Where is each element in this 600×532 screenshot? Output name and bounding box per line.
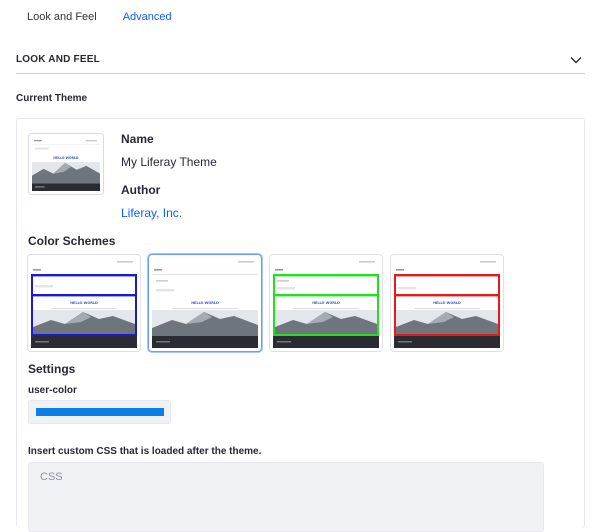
thumb-caption: HELLO WORLD — [53, 156, 79, 160]
scheme-caption: HELLO WORLD — [312, 301, 340, 305]
color-scheme-preview: HELLO WORLD — [394, 258, 500, 348]
custom-css-label: Insert custom CSS that is loaded after t… — [28, 446, 262, 457]
theme-preview-image: HELLO WORLD — [32, 137, 100, 191]
current-theme-label: Current Theme — [16, 93, 88, 104]
user-color-swatch — [35, 408, 164, 416]
current-theme-panel: HELLO WORLD Name My Liferay Theme Author… — [16, 118, 585, 532]
color-scheme-default[interactable]: HELLO WORLD — [148, 254, 262, 352]
theme-name-value: My Liferay Theme — [121, 155, 217, 169]
settings-label: Settings — [28, 362, 76, 376]
theme-thumbnail: HELLO WORLD — [28, 133, 104, 195]
tab-look-and-feel[interactable]: Look and Feel — [14, 8, 110, 28]
color-scheme-blue[interactable]: HELLO WORLD — [27, 254, 141, 352]
scheme-caption: HELLO WORLD — [191, 301, 219, 305]
color-scheme-preview: HELLO WORLD — [273, 258, 379, 348]
scheme-caption: HELLO WORLD — [70, 301, 98, 305]
custom-css-textarea[interactable]: CSS — [28, 462, 544, 532]
color-scheme-green[interactable]: HELLO WORLD — [269, 254, 383, 352]
chevron-down-icon[interactable] — [569, 53, 583, 67]
color-scheme-preview: HELLO WORLD — [152, 258, 258, 348]
scheme-caption: HELLO WORLD — [433, 301, 461, 305]
color-schemes-label: Color Schemes — [28, 234, 116, 248]
color-scheme-red[interactable]: HELLO WORLD — [390, 254, 504, 352]
theme-name-label: Name — [121, 132, 154, 146]
theme-author-link[interactable]: Liferay, Inc. — [121, 206, 182, 220]
user-color-label: user-color — [28, 385, 77, 396]
color-scheme-preview: HELLO WORLD — [31, 258, 137, 348]
theme-author-label: Author — [121, 183, 161, 197]
user-color-picker[interactable] — [28, 400, 171, 424]
tab-advanced[interactable]: Advanced — [110, 8, 185, 28]
look-and-feel-section-header[interactable]: LOOK AND FEEL — [16, 50, 585, 74]
tab-bar: Look and Feel Advanced — [14, 8, 185, 28]
section-title: LOOK AND FEEL — [16, 54, 100, 65]
